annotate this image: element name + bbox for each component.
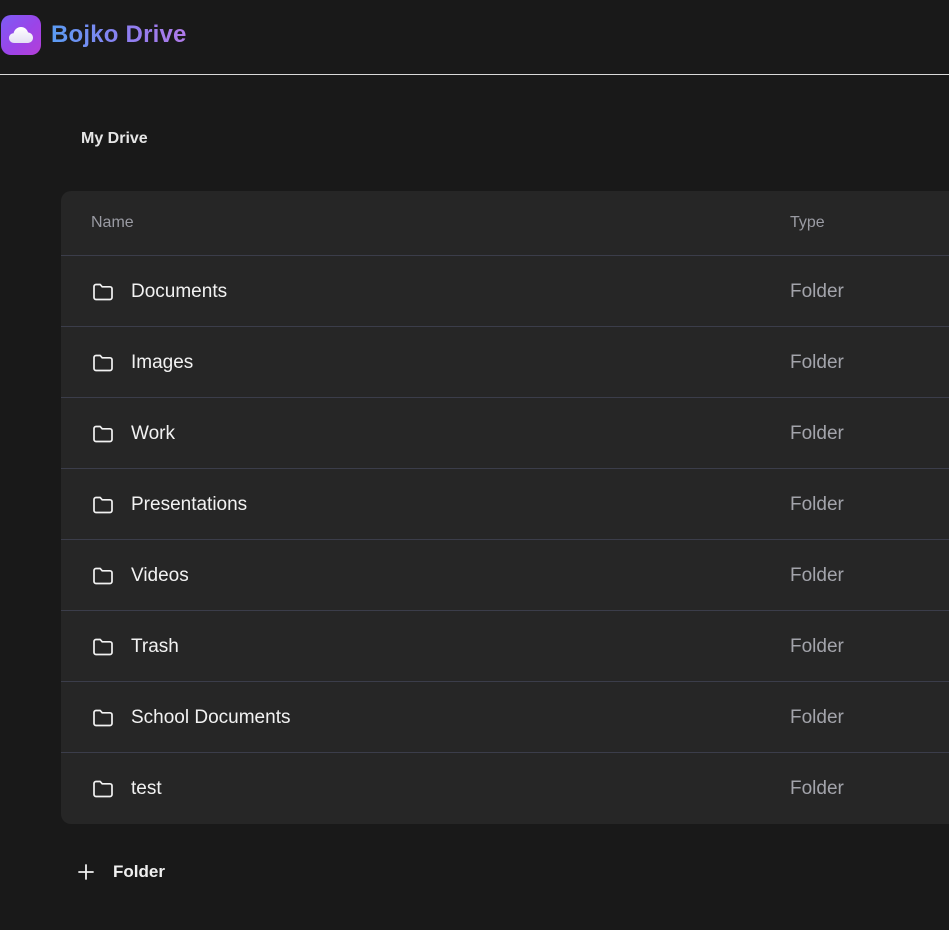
add-folder-label: Folder — [113, 862, 165, 881]
table-row[interactable]: Work Folder — [61, 398, 949, 469]
row-name[interactable]: Videos — [131, 564, 189, 588]
folder-icon — [93, 425, 113, 443]
row-name[interactable]: test — [131, 777, 162, 801]
folder-icon — [93, 496, 113, 514]
row-type: Folder — [790, 778, 844, 799]
app-logo[interactable] — [1, 15, 41, 55]
row-type: Folder — [790, 423, 844, 444]
folder-icon — [93, 567, 113, 585]
cloud-icon — [9, 27, 33, 43]
folder-icon — [93, 283, 113, 301]
row-type: Folder — [790, 707, 844, 728]
breadcrumb[interactable]: My Drive — [81, 128, 148, 150]
table-row[interactable]: Videos Folder — [61, 540, 949, 611]
plus-icon — [78, 864, 94, 880]
row-name[interactable]: Trash — [131, 635, 179, 659]
table-row[interactable]: School Documents Folder — [61, 682, 949, 753]
top-bar: Bojko Drive — [0, 0, 949, 75]
folder-icon — [93, 709, 113, 727]
row-name[interactable]: Work — [131, 422, 175, 446]
table-row[interactable]: Presentations Folder — [61, 469, 949, 540]
breadcrumb-current[interactable]: My Drive — [81, 130, 148, 147]
folder-icon — [93, 638, 113, 656]
row-type: Folder — [790, 281, 844, 302]
table-row[interactable]: Trash Folder — [61, 611, 949, 682]
folder-icon — [93, 780, 113, 798]
column-header-type[interactable]: Type — [790, 213, 825, 233]
table-row[interactable]: Images Folder — [61, 327, 949, 398]
table-row[interactable]: test Folder — [61, 753, 949, 824]
row-type: Folder — [790, 494, 844, 515]
table-body: Documents Folder Images Folder Work Folder Pre… — [61, 256, 949, 824]
row-name[interactable]: School Documents — [131, 706, 290, 730]
add-folder-button[interactable]: Folder — [76, 858, 165, 886]
app-title[interactable]: Bojko Drive — [51, 20, 187, 50]
table-header: Name Type — [61, 191, 949, 256]
column-header-name[interactable]: Name — [91, 213, 134, 233]
row-type: Folder — [790, 352, 844, 373]
file-table: Name Type Documents Folder Images Folder Wor… — [61, 191, 949, 824]
row-name[interactable]: Documents — [131, 280, 227, 304]
table-row[interactable]: Documents Folder — [61, 256, 949, 327]
row-name[interactable]: Presentations — [131, 493, 247, 517]
folder-icon — [93, 354, 113, 372]
row-name[interactable]: Images — [131, 351, 193, 375]
row-type: Folder — [790, 636, 844, 657]
row-type: Folder — [790, 565, 844, 586]
